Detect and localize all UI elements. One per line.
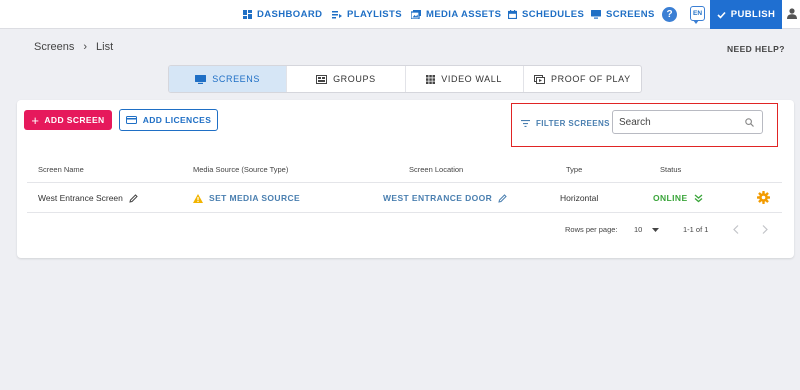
groups-icon — [316, 74, 328, 84]
set-media-source-link: SET MEDIA SOURCE — [209, 193, 301, 203]
header-screen-location[interactable]: Screen Location — [409, 165, 463, 174]
proof-of-play-icon — [534, 74, 546, 84]
header-status[interactable]: Status — [660, 165, 681, 174]
status-badge: ONLINE — [653, 193, 688, 203]
filter-icon — [521, 120, 530, 127]
nav-media-assets[interactable]: MEDIA ASSETS — [411, 0, 501, 29]
monitor-icon — [591, 10, 601, 19]
screen-location: WEST ENTRANCE DOOR — [383, 193, 493, 203]
pencil-icon[interactable] — [129, 193, 138, 203]
plus-icon: + — [31, 112, 40, 128]
need-help-link[interactable]: NEED HELP? — [727, 44, 785, 54]
gear-icon[interactable] — [757, 191, 770, 204]
help-icon[interactable]: ? — [662, 7, 677, 22]
rows-per-page-select[interactable]: 10 — [634, 225, 660, 234]
header-media-source[interactable]: Media Source (Source Type) — [193, 165, 288, 174]
screen-location-cell[interactable]: WEST ENTRANCE DOOR — [383, 193, 507, 203]
add-licences-button[interactable]: ADD LICENCES — [119, 109, 218, 131]
tab-screens[interactable]: SCREENS — [169, 66, 288, 92]
divider — [27, 182, 782, 183]
tab-proof-of-play[interactable]: PROOF OF PLAY — [524, 66, 641, 92]
tab-proof-of-play-label: PROOF OF PLAY — [551, 74, 631, 84]
screen-type: Horizontal — [560, 193, 599, 203]
status-cell[interactable]: ONLINE — [653, 193, 703, 203]
nav-schedules[interactable]: SCHEDULES — [508, 0, 584, 29]
add-screen-button[interactable]: + ADD SCREEN — [24, 110, 112, 130]
breadcrumb: Screens › List — [34, 41, 113, 53]
nav-dashboard-label: DASHBOARD — [257, 9, 323, 20]
breadcrumb-current: List — [96, 41, 114, 53]
tab-video-wall-label: VIDEO WALL — [441, 74, 502, 84]
header-screen-name[interactable]: Screen Name — [38, 165, 84, 174]
media-assets-icon — [411, 10, 421, 19]
nav-schedules-label: SCHEDULES — [522, 9, 585, 20]
language-icon[interactable]: EN — [690, 6, 705, 24]
playlists-icon — [332, 11, 342, 19]
screen-name-cell: West Entrance Screen — [38, 193, 138, 203]
monitor-icon — [195, 74, 207, 84]
nav-dashboard[interactable]: DASHBOARD — [243, 0, 322, 29]
tab-bar: SCREENS GROUPS VIDEO WALL PROOF OF PLAY — [168, 65, 642, 93]
credit-card-icon — [125, 116, 137, 124]
calendar-icon — [508, 10, 517, 19]
type-cell: Horizontal — [560, 193, 598, 203]
rows-per-page-label: Rows per page: — [565, 225, 618, 234]
filter-screens[interactable]: FILTER SCREENS — [521, 119, 610, 128]
screens-card: + ADD SCREEN ADD LICENCES FILTER SCREENS… — [17, 100, 794, 258]
chevron-right-icon[interactable] — [762, 225, 768, 234]
tab-groups[interactable]: GROUPS — [287, 66, 406, 92]
tab-groups-label: GROUPS — [333, 74, 376, 84]
filter-highlight-box: FILTER SCREENS Search — [511, 103, 778, 147]
nav-screens-label: SCREENS — [606, 9, 655, 20]
top-nav: DASHBOARD PLAYLISTS MEDIA ASSETS SCHEDUL… — [0, 0, 800, 29]
user-icon[interactable] — [787, 8, 797, 19]
pagination-range: 1-1 of 1 — [683, 225, 709, 234]
header-type[interactable]: Type — [566, 165, 582, 174]
publish-label: PUBLISH — [730, 9, 776, 20]
tab-video-wall[interactable]: VIDEO WALL — [406, 66, 524, 92]
screen-name: West Entrance Screen — [38, 193, 123, 203]
check-icon — [717, 11, 726, 19]
breadcrumb-root[interactable]: Screens — [34, 41, 74, 53]
search-icon — [745, 117, 754, 127]
search-placeholder: Search — [619, 116, 651, 128]
breadcrumb-separator: › — [83, 41, 88, 53]
divider — [27, 212, 782, 213]
media-source-cell[interactable]: SET MEDIA SOURCE — [193, 193, 300, 203]
search-input[interactable]: Search — [612, 110, 763, 134]
nav-media-assets-label: MEDIA ASSETS — [426, 9, 502, 20]
double-chevron-down-icon — [694, 194, 702, 202]
publish-button[interactable]: PUBLISH — [710, 0, 782, 29]
tab-screens-label: SCREENS — [212, 74, 260, 84]
nav-playlists[interactable]: PLAYLISTS — [332, 0, 402, 29]
filter-screens-label: FILTER SCREENS — [536, 119, 610, 128]
video-wall-icon — [426, 74, 436, 84]
chevron-left-icon[interactable] — [733, 225, 739, 234]
rows-per-page-value: 10 — [634, 225, 643, 234]
add-screen-label: ADD SCREEN — [44, 115, 105, 125]
warning-icon — [193, 193, 203, 203]
nav-screens[interactable]: SCREENS — [591, 0, 655, 29]
nav-playlists-label: PLAYLISTS — [347, 9, 402, 20]
caret-down-icon — [652, 227, 660, 232]
pencil-icon[interactable] — [498, 193, 507, 203]
dashboard-icon — [243, 10, 252, 19]
add-licences-label: ADD LICENCES — [142, 115, 212, 125]
